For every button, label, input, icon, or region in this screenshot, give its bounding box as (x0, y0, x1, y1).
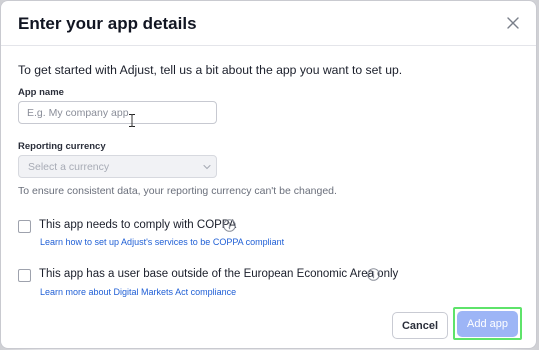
coppa-link[interactable]: Learn how to set up Adjust's services to… (40, 237, 284, 247)
currency-helper-text: To ensure consistent data, your reportin… (18, 185, 337, 197)
modal-title: Enter your app details (18, 14, 197, 33)
currency-select-placeholder: Select a currency (28, 161, 110, 173)
app-name-label: App name (18, 87, 64, 98)
currency-select[interactable]: Select a currency (18, 155, 217, 178)
text-cursor-icon (129, 114, 135, 127)
info-icon[interactable] (367, 268, 380, 281)
currency-label: Reporting currency (18, 141, 106, 152)
chevron-down-icon (203, 164, 211, 170)
coppa-checkbox[interactable] (18, 220, 31, 233)
dma-compliance-link[interactable]: Learn more about Digital Markets Act com… (40, 287, 236, 297)
close-button[interactable] (504, 14, 522, 32)
info-icon[interactable] (223, 219, 236, 232)
close-icon (507, 17, 519, 29)
app-details-modal: Enter your app details To get started wi… (1, 1, 536, 348)
modal-header: Enter your app details (1, 1, 536, 46)
intro-text: To get started with Adjust, tell us a bi… (18, 63, 403, 77)
coppa-label: This app needs to comply with COPPA (39, 219, 237, 231)
cancel-button[interactable]: Cancel (392, 312, 448, 339)
app-name-input[interactable] (18, 101, 217, 124)
eea-checkbox[interactable] (18, 269, 31, 282)
eea-label: This app has a user base outside of the … (39, 268, 399, 280)
add-app-button[interactable]: Add app (457, 311, 518, 337)
